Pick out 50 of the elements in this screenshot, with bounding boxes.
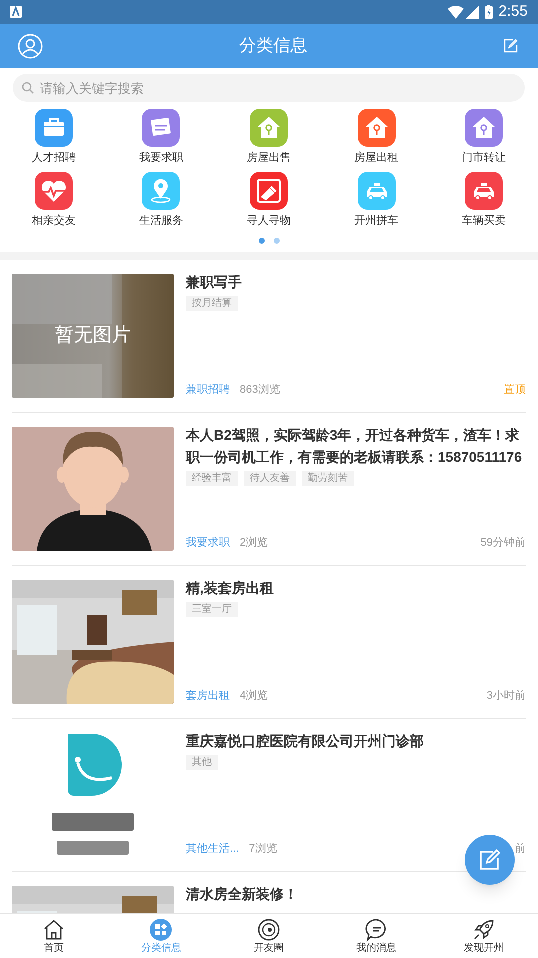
tag-label: 其他 [186, 755, 218, 770]
tag-label: 三室一厅 [186, 602, 238, 617]
profile-icon[interactable] [18, 34, 43, 58]
post-time: 前 [515, 842, 526, 856]
notification-icon [10, 6, 22, 18]
view-count: 863浏览 [240, 382, 280, 398]
listing-title[interactable]: 兼职写手 [186, 271, 526, 293]
search-field[interactable]: 请输入关键字搜索 [13, 74, 525, 102]
view-count: 2浏览 [240, 536, 268, 550]
page-title: 分类信息 [240, 35, 308, 58]
search-icon [22, 82, 34, 94]
listing-title[interactable]: 本人B2驾照，实际驾龄3年，开过各种货车，渣车！求职一份司机工作，有需要的老板请联系：15870511176 [186, 424, 526, 468]
category-label[interactable]: 门市转让 [462, 151, 506, 165]
listing-title[interactable]: 精,装套房出租 [186, 577, 526, 599]
view-count: 4浏览 [240, 688, 268, 704]
category-label[interactable]: 房屋出售 [246, 151, 291, 165]
category-label[interactable]: 开州拼车 [354, 214, 399, 228]
category-label[interactable]: 房屋出租 [354, 151, 399, 165]
post-time: 3小时前 [486, 688, 526, 704]
category-label[interactable]: 车辆买卖 [462, 214, 506, 228]
no-image-label: 暂无图片 [55, 324, 131, 348]
battery-icon [484, 5, 493, 19]
edit-icon[interactable] [504, 39, 518, 53]
compose-button[interactable] [465, 835, 515, 885]
nav-tab[interactable]: 首页 [0, 914, 108, 958]
nav-tab[interactable]: 开友圈 [215, 914, 323, 958]
nav-tab[interactable]: 我的消息 [322, 914, 430, 958]
tag-label: 待人友善 [244, 471, 296, 486]
nav-tab[interactable]: 发现开州 [430, 914, 538, 958]
listing-title[interactable]: 重庆嘉悦口腔医院有限公司开州门诊部 [186, 730, 526, 752]
view-count: 7浏览 [249, 842, 278, 856]
orbit-icon [256, 918, 281, 942]
wifi-icon [448, 6, 464, 18]
signal-icon [466, 6, 479, 18]
rocket-icon [472, 918, 496, 942]
post-time: 59分钟前 [480, 536, 526, 550]
pinned-label: 置顶 [504, 382, 526, 398]
tag-label: 勤劳刻苦 [302, 471, 354, 486]
category-label[interactable]: 我要求职 [139, 151, 184, 165]
category-label[interactable]: 相亲交友 [32, 214, 76, 228]
category-label[interactable]: 人才招聘 [32, 151, 76, 165]
edit-icon [479, 849, 501, 871]
tag-label: 经验丰富 [186, 471, 238, 486]
category-label[interactable]: 寻人寻物 [246, 214, 291, 228]
chat-bubble-icon [364, 918, 389, 942]
listing-title[interactable]: 清水房全新装修！ [186, 883, 526, 905]
grid-icon [149, 918, 174, 942]
tag-label: 按月结算 [186, 296, 238, 311]
status-time: 2:55 [498, 2, 528, 22]
category-label[interactable]: 生活服务 [139, 214, 184, 228]
